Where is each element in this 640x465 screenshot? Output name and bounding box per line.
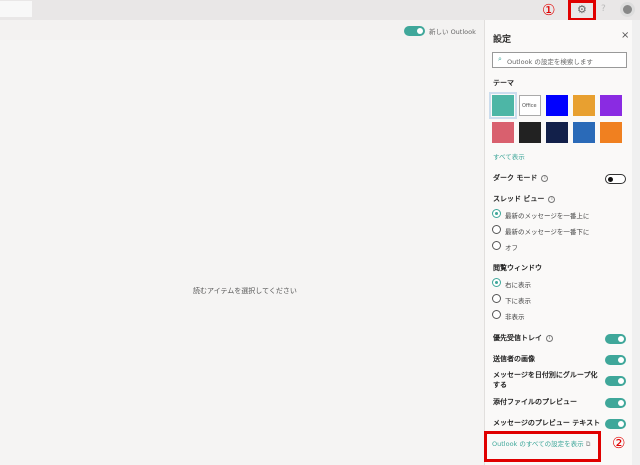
settings-title: 設定 — [493, 35, 512, 45]
dark-mode-label: ダーク モード i — [493, 173, 549, 183]
sender-image-label: 送信者の画像 — [493, 355, 535, 363]
help-icon[interactable]: ? — [601, 4, 606, 14]
scrollbar[interactable] — [632, 20, 640, 465]
theme-label: Office — [522, 103, 537, 109]
theme-swatch-office[interactable]: Office — [519, 95, 541, 116]
search-placeholder: Outlook の設定を検索します — [507, 58, 593, 66]
show-all-themes-link[interactable]: すべて表示 — [493, 151, 525, 161]
attachment-preview-toggle[interactable] — [605, 398, 626, 408]
radio-label: 最新のメッセージを一番下に — [505, 228, 590, 236]
annotation-marker-2: ② — [612, 434, 626, 452]
external-link-icon: ⧉ — [585, 440, 591, 448]
theme-swatch-blue[interactable] — [546, 95, 568, 116]
focused-inbox-toggle[interactable] — [605, 334, 626, 344]
theme-swatch-purple[interactable] — [600, 95, 622, 116]
sender-image-toggle[interactable] — [605, 355, 626, 365]
radio-pane-hidden[interactable] — [492, 310, 501, 319]
settings-search-input[interactable]: ⌕ Outlook の設定を検索します — [492, 52, 627, 68]
settings-panel: 設定 × ⌕ Outlook の設定を検索します テーマ Office すべて表… — [484, 20, 632, 465]
info-icon[interactable]: i — [548, 195, 556, 203]
annotation-marker-1: ① — [542, 1, 556, 19]
group-by-date-label: メッセージを日付別にグループ化する — [493, 371, 598, 389]
radio-label: 右に表示 — [505, 281, 531, 289]
theme-swatch-sunset[interactable] — [573, 95, 595, 116]
radio-label: 下に表示 — [505, 297, 531, 305]
close-icon[interactable]: × — [621, 30, 629, 41]
envelopes-illustration — [210, 50, 280, 120]
thread-view-heading: スレッド ビュー i — [493, 194, 556, 204]
radio-pane-right[interactable] — [492, 278, 501, 287]
gear-icon: ⚙ — [577, 3, 587, 16]
radio-pane-bottom[interactable] — [492, 294, 501, 303]
reading-pane-heading: 閲覧ウィンドウ — [493, 264, 542, 272]
focused-inbox-label: 優先受信トレイ i — [493, 333, 553, 343]
theme-swatch-navy[interactable] — [546, 122, 568, 143]
theme-swatch-teal[interactable] — [489, 92, 517, 119]
attachment-preview-label: 添付ファイルのプレビュー — [493, 398, 577, 406]
info-icon[interactable]: i — [546, 334, 553, 342]
focused-inbox-text: 優先受信トレイ — [493, 334, 542, 342]
avatar[interactable] — [620, 2, 635, 17]
radio-thread-off[interactable] — [492, 241, 501, 250]
dark-mode-text: ダーク モード — [493, 174, 538, 182]
preview-text-toggle[interactable] — [605, 419, 626, 429]
new-outlook-toggle[interactable] — [404, 26, 425, 36]
theme-swatch-circuit[interactable] — [573, 122, 595, 143]
radio-thread-newest-top[interactable] — [492, 209, 501, 218]
thread-view-text: スレッド ビュー — [493, 195, 545, 203]
theme-swatch-black[interactable] — [519, 122, 541, 143]
radio-label: オフ — [505, 244, 518, 252]
radio-thread-newest-bottom[interactable] — [492, 225, 501, 234]
theme-swatch-lego[interactable] — [600, 122, 622, 143]
search-icon: ⌕ — [498, 55, 502, 63]
radio-label: 非表示 — [505, 313, 525, 321]
reading-pane: 読むアイテムを選択してください — [0, 40, 484, 465]
top-search-box[interactable] — [0, 1, 32, 17]
view-all-settings-link[interactable]: Outlook のすべての設定を表示 ⧉ — [492, 438, 590, 449]
preview-text-label: メッセージのプレビュー テキスト — [493, 419, 601, 427]
info-icon[interactable]: i — [541, 174, 549, 182]
theme-heading: テーマ — [493, 79, 514, 87]
theme-swatch-palms[interactable] — [492, 122, 514, 143]
view-all-settings-text: Outlook のすべての設定を表示 — [492, 440, 584, 448]
settings-gear-button[interactable]: ⚙ — [568, 0, 596, 21]
dark-mode-toggle[interactable] — [605, 174, 626, 184]
new-outlook-label: 新しい Outlook — [429, 28, 476, 36]
group-by-date-toggle[interactable] — [605, 376, 626, 386]
radio-label: 最新のメッセージを一番上に — [505, 212, 590, 220]
empty-state-message: 読むアイテムを選択してください — [193, 287, 297, 295]
